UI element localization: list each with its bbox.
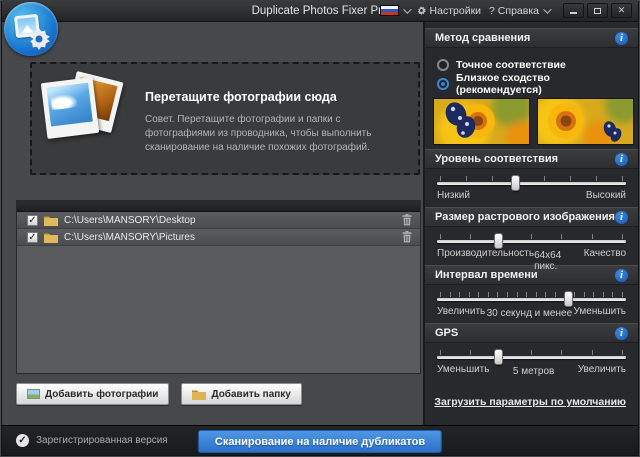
- minimize-button[interactable]: [563, 3, 584, 18]
- slider-thumb[interactable]: [494, 349, 503, 365]
- slider-label-left: Низкий: [437, 190, 470, 203]
- help-label: ? Справка: [489, 5, 539, 17]
- maximize-icon: [594, 8, 601, 14]
- load-defaults-link[interactable]: Загрузить параметры по умолчанию: [434, 396, 626, 408]
- close-icon: ✕: [618, 5, 626, 16]
- section-title: Интервал времени: [435, 269, 538, 281]
- chevron-down-icon: [543, 5, 551, 13]
- gps-slider[interactable]: Уменьшить 5 метров Увеличить: [425, 343, 638, 377]
- dropzone-title: Перетащите фотографии сюда: [145, 90, 400, 104]
- slider-ticks: [440, 350, 623, 355]
- section-title: Размер растрового изображения: [435, 211, 615, 223]
- radio-label: Близкое сходство (рекомендуется): [456, 72, 626, 96]
- slider-label-left: Производительность: [437, 248, 534, 261]
- slider-thumb[interactable]: [564, 291, 573, 307]
- settings-menu[interactable]: Настройки: [417, 5, 482, 17]
- app-logo: [4, 2, 58, 56]
- info-icon[interactable]: i: [615, 211, 628, 224]
- gear-icon: [417, 6, 426, 15]
- radio-similar-match[interactable]: Близкое сходство (рекомендуется): [437, 75, 626, 92]
- slider-label-right: Уменьшить: [574, 306, 626, 319]
- russian-flag-icon: [380, 5, 399, 16]
- slider-label-left: Уменьшить: [437, 364, 489, 377]
- section-title: GPS: [435, 327, 458, 339]
- info-icon[interactable]: i: [615, 327, 628, 340]
- trash-icon[interactable]: [402, 231, 412, 243]
- radio-selected-icon[interactable]: [437, 78, 449, 90]
- folder-list: ✓ C:\Users\MANSORY\Desktop ✓ C:\Users\MA…: [16, 200, 421, 374]
- time-interval-slider[interactable]: Увеличить 30 секунд и менее Уменьшить: [425, 285, 638, 319]
- registered-version: ✓ Зарегистрированная версия: [2, 434, 168, 447]
- slider-value: 64x64 пикс.: [534, 250, 584, 263]
- image-icon: [27, 389, 40, 399]
- section-title: Метод сравнения: [435, 32, 530, 44]
- slider-label-right: Качество: [584, 248, 626, 261]
- help-menu[interactable]: ? Справка: [489, 5, 549, 17]
- sample-photo-right: [537, 98, 634, 145]
- slider-label-right: Высокий: [586, 190, 626, 203]
- add-folder-button[interactable]: Добавить папку: [181, 383, 301, 405]
- slider-label-right: Увеличить: [578, 364, 626, 377]
- close-button[interactable]: ✕: [611, 3, 632, 18]
- folder-path: C:\Users\MANSORY\Pictures: [64, 232, 396, 243]
- section-header-comparison: Метод сравнения i: [425, 28, 638, 48]
- add-photos-button[interactable]: Добавить фотографии: [16, 383, 169, 405]
- folder-checkbox[interactable]: ✓: [27, 215, 38, 226]
- folder-icon: [44, 215, 58, 226]
- slider-track[interactable]: [437, 356, 626, 359]
- slider-value: 30 секунд и менее: [487, 308, 573, 321]
- info-icon[interactable]: i: [615, 153, 628, 166]
- add-folder-label: Добавить папку: [211, 389, 290, 400]
- check-circle-icon: ✓: [16, 434, 29, 447]
- radio-label: Точное соответствие: [456, 59, 566, 71]
- slider-track[interactable]: [437, 240, 626, 243]
- bitmap-size-slider[interactable]: Производительность 64x64 пикс. Качество: [425, 227, 638, 261]
- trash-icon[interactable]: [402, 214, 412, 226]
- table-row[interactable]: ✓ C:\Users\MANSORY\Pictures: [17, 229, 420, 246]
- slider-thumb[interactable]: [494, 233, 503, 249]
- section-title: Уровень соответствия: [435, 153, 558, 165]
- section-header-match-level: Уровень соответствия i: [425, 149, 638, 169]
- radio-icon[interactable]: [437, 59, 449, 71]
- section-header-gps: GPS i: [425, 323, 638, 343]
- dropzone-tip: Совет. Перетащите фотографии и папки с ф…: [145, 113, 400, 154]
- folder-icon: [44, 232, 58, 243]
- chevron-down-icon: [403, 5, 411, 13]
- registered-label: Зарегистрированная версия: [36, 435, 168, 446]
- slider-ticks: [440, 176, 623, 181]
- scan-button[interactable]: Сканирование на наличие дубликатов: [198, 430, 442, 453]
- folder-path: C:\Users\MANSORY\Desktop: [64, 215, 396, 226]
- title-bar: Duplicate Photos Fixer Pro Настройки ? С…: [2, 0, 638, 22]
- app-window: Duplicate Photos Fixer Pro Настройки ? С…: [0, 0, 640, 457]
- drop-zone[interactable]: Перетащите фотографии сюда Совет. Перета…: [30, 62, 420, 175]
- left-panel: Перетащите фотографии сюда Совет. Перета…: [2, 22, 423, 425]
- slider-track[interactable]: [437, 298, 626, 301]
- folder-checkbox[interactable]: ✓: [27, 232, 38, 243]
- maximize-button[interactable]: [587, 3, 608, 18]
- slider-ticks: [440, 234, 623, 239]
- info-icon[interactable]: i: [615, 269, 628, 282]
- add-photos-label: Добавить фотографии: [45, 389, 158, 400]
- table-row[interactable]: ✓ C:\Users\MANSORY\Desktop: [17, 212, 420, 229]
- folder-icon: [192, 389, 206, 400]
- folder-list-header: [17, 201, 420, 212]
- slider-track[interactable]: [437, 182, 626, 185]
- match-level-slider[interactable]: Низкий Высокий: [425, 169, 638, 203]
- language-selector[interactable]: [380, 5, 409, 16]
- settings-label: Настройки: [430, 5, 482, 17]
- minimize-icon: [570, 12, 577, 14]
- radio-exact-match[interactable]: Точное соответствие: [437, 56, 626, 73]
- slider-thumb[interactable]: [511, 175, 520, 191]
- section-header-bitmap-size: Размер растрового изображения i: [425, 207, 638, 227]
- gear-icon: [28, 28, 50, 50]
- slider-label-left: Увеличить: [437, 306, 485, 319]
- info-icon[interactable]: i: [615, 32, 628, 45]
- bottom-bar: ✓ Зарегистрированная версия Сканирование…: [2, 425, 638, 455]
- sample-photo-left: [433, 98, 530, 145]
- slider-value: 5 метров: [513, 366, 554, 379]
- settings-panel: Метод сравнения i Точное соответствие Бл…: [423, 22, 638, 425]
- photos-stack-icon: [32, 64, 137, 164]
- slider-ticks: [440, 292, 623, 297]
- section-header-time-interval: Интервал времени i: [425, 265, 638, 285]
